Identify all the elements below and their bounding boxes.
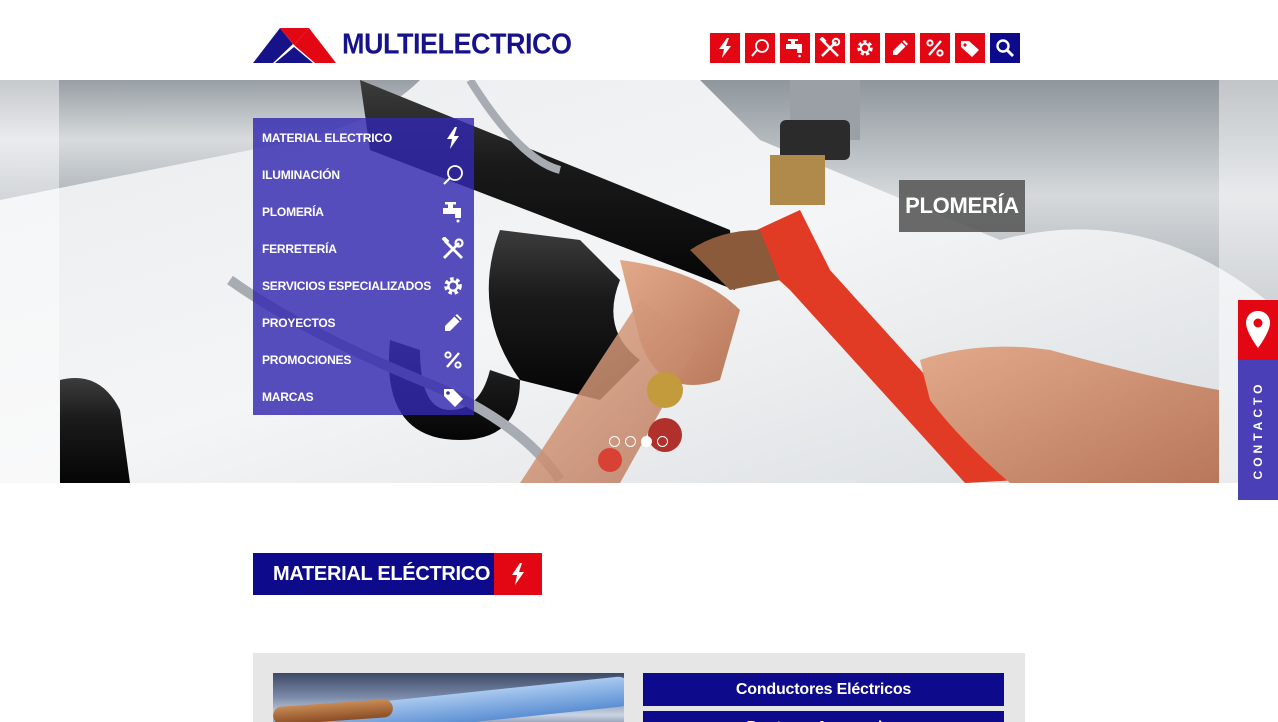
- bolt-icon: [494, 553, 542, 595]
- bolt-icon: [440, 125, 466, 151]
- logo[interactable]: MULTIELECTRICO: [253, 26, 572, 63]
- category-item-proyectos[interactable]: PROYECTOS: [253, 304, 474, 341]
- nav-gear-icon[interactable]: [850, 33, 880, 63]
- bulb-icon: [440, 162, 466, 188]
- pencil-icon: [440, 310, 466, 336]
- hero-slider: MATERIAL ELECTRICO ILUMINACIÓN PLOMERÍA …: [0, 80, 1278, 483]
- category-item-marcas[interactable]: MARCAS: [253, 379, 474, 416]
- section-title-text: MATERIAL ELÉCTRICO: [253, 553, 494, 595]
- category-label: MATERIAL ELECTRICO: [262, 130, 392, 145]
- nav-tags-icon[interactable]: [955, 33, 985, 63]
- nav-percent-icon[interactable]: [920, 33, 950, 63]
- nav-faucet-icon[interactable]: [780, 33, 810, 63]
- product-image[interactable]: [273, 673, 624, 722]
- slider-dot-1[interactable]: [609, 436, 620, 447]
- slider-dot-3-active[interactable]: [641, 436, 652, 447]
- section-title[interactable]: MATERIAL ELÉCTRICO: [253, 553, 542, 595]
- category-label: SERVICIOS ESPECIALIZADOS: [262, 278, 432, 293]
- subcategory-list: Conductores Eléctricos Ductos y Accesori…: [643, 673, 1004, 722]
- logo-text: MULTIELECTRICO: [342, 28, 572, 60]
- location-pin-icon: [1238, 300, 1278, 360]
- tools-icon: [440, 236, 466, 262]
- tags-icon: [440, 384, 466, 410]
- nav-pencil-icon[interactable]: [885, 33, 915, 63]
- slider-dots: [609, 436, 668, 447]
- nav-bulb-icon[interactable]: [745, 33, 775, 63]
- category-item-ferreteria[interactable]: FERRETERÍA: [253, 230, 474, 267]
- subcategory-link-ductos[interactable]: Ductos y Accesorios: [643, 711, 1004, 722]
- category-label: MARCAS: [262, 390, 314, 405]
- percent-icon: [440, 347, 466, 373]
- header: MULTIELECTRICO: [0, 0, 1278, 80]
- section-content: Conductores Eléctricos Ductos y Accesori…: [253, 653, 1025, 722]
- nav-tools-icon[interactable]: [815, 33, 845, 63]
- gear-icon: [440, 273, 466, 299]
- category-label: PROMOCIONES: [262, 353, 352, 368]
- slide-label: PLOMERÍA: [899, 180, 1025, 232]
- category-label: FERRETERÍA: [262, 241, 337, 256]
- slider-dot-2[interactable]: [625, 436, 636, 447]
- hero-image: [0, 80, 1278, 483]
- category-item-servicios-especializados[interactable]: SERVICIOS ESPECIALIZADOS: [253, 267, 474, 304]
- category-label: PLOMERÍA: [262, 204, 324, 219]
- faucet-icon: [440, 199, 466, 225]
- category-item-iluminacion[interactable]: ILUMINACIÓN: [253, 156, 474, 193]
- nav-bolt-icon[interactable]: [710, 33, 740, 63]
- hero-fade-left: [0, 80, 59, 483]
- page: MULTIELECTRICO MATERIAL ELECTRICO ILUMIN…: [0, 0, 1278, 722]
- top-nav: [710, 33, 1020, 63]
- contact-label: CONTACTO: [1251, 380, 1265, 480]
- category-label: ILUMINACIÓN: [262, 167, 340, 182]
- category-item-promociones[interactable]: PROMOCIONES: [253, 342, 474, 379]
- subcategory-link-conductores[interactable]: Conductores Eléctricos: [643, 673, 1004, 706]
- category-item-plomeria[interactable]: PLOMERÍA: [253, 193, 474, 230]
- contact-label-wrap: CONTACTO: [1238, 360, 1278, 500]
- slider-dot-4[interactable]: [657, 436, 668, 447]
- logo-mark-icon: [253, 28, 336, 63]
- category-label: PROYECTOS: [262, 316, 336, 331]
- nav-search-icon[interactable]: [990, 33, 1020, 63]
- category-menu: MATERIAL ELECTRICO ILUMINACIÓN PLOMERÍA …: [253, 118, 474, 415]
- category-item-material-electrico[interactable]: MATERIAL ELECTRICO: [253, 119, 474, 156]
- contact-tab[interactable]: CONTACTO: [1238, 300, 1278, 500]
